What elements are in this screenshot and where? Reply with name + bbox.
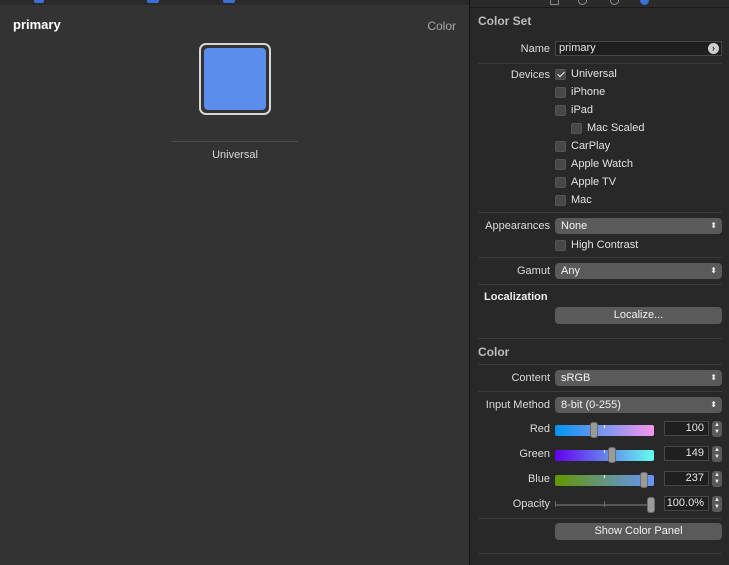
appearances-value: None (561, 220, 588, 232)
checkbox-icon[interactable] (555, 195, 566, 206)
device-label: Universal (571, 68, 617, 80)
green-slider-thumb[interactable] (608, 447, 616, 463)
blue-label: Blue (527, 473, 550, 485)
popup-arrows-icon: ⬍ (710, 266, 717, 275)
red-value-field[interactable]: 100 (664, 421, 709, 436)
high-contrast-label: High Contrast (571, 239, 639, 251)
devices-label: Devices (510, 69, 550, 81)
checkbox-icon[interactable] (555, 105, 566, 116)
help-inspector-icon[interactable] (610, 0, 619, 5)
separator (478, 284, 722, 285)
green-slider[interactable] (555, 447, 654, 463)
checkbox-icon[interactable] (555, 141, 566, 152)
popup-arrows-icon: ⬍ (710, 400, 717, 409)
device-label: Mac Scaled (587, 122, 645, 134)
section-header-localization: Localization (484, 291, 548, 303)
checkbox-icon[interactable] (555, 87, 566, 98)
red-stepper[interactable]: ▲ ▼ (712, 421, 722, 437)
slider-center-tick (604, 475, 605, 478)
strip-marker (223, 0, 235, 3)
popup-arrows-icon: ⬍ (710, 221, 717, 230)
strip-marker (34, 0, 44, 3)
device-label: iPad (571, 104, 594, 116)
gamut-value: Any (561, 265, 580, 277)
content-label: Content (511, 372, 550, 384)
show-color-panel-button[interactable]: Show Color Panel (555, 523, 722, 540)
appearances-label: Appearances (485, 220, 550, 232)
device-label: CarPlay (571, 140, 611, 152)
checkbox-icon[interactable] (555, 177, 566, 188)
popup-arrows-icon: ⬍ (710, 373, 717, 382)
section-header-color: Color (478, 345, 510, 359)
input-method-value: 8-bit (0-255) (561, 399, 621, 411)
color-swatch (204, 48, 266, 110)
gamut-popup[interactable]: Any ⬍ (555, 263, 722, 279)
gamut-label: Gamut (516, 265, 550, 277)
checkbox-checked-icon[interactable] (555, 69, 566, 80)
inspector-tab-bar (470, 0, 729, 8)
checkbox-icon[interactable] (555, 159, 566, 170)
separator (478, 212, 722, 213)
appearances-popup[interactable]: None ⬍ (555, 218, 722, 234)
slider-center-tick (604, 450, 605, 453)
separator (478, 518, 722, 519)
input-method-label: Input Method (485, 399, 550, 411)
swatch-label: Universal (212, 149, 258, 161)
slider-tick (604, 501, 605, 507)
device-label: Mac (571, 194, 592, 206)
asset-title: primary (13, 17, 61, 32)
swatch-divider (172, 141, 298, 142)
content-value: sRGB (561, 372, 591, 384)
device-label: Apple TV (571, 176, 617, 188)
asset-editor: primary Color Universal (0, 0, 469, 565)
red-label: Red (529, 423, 550, 435)
device-label: Apple Watch (571, 158, 633, 170)
opacity-stepper[interactable]: ▲ ▼ (712, 496, 722, 512)
name-field-value: primary (559, 42, 596, 54)
file-inspector-icon[interactable] (550, 0, 559, 5)
slider-tick (555, 501, 556, 507)
attributes-inspector-icon[interactable] (640, 0, 649, 5)
strip-marker (147, 0, 159, 3)
name-field[interactable]: primary › (555, 41, 722, 56)
separator (478, 257, 722, 258)
slider-center-tick (604, 425, 605, 428)
separator (478, 553, 722, 554)
editor-toolbar-strip (0, 0, 469, 5)
red-slider[interactable] (555, 422, 654, 438)
separator (478, 63, 722, 64)
green-label: Green (519, 448, 550, 460)
input-method-popup[interactable]: 8-bit (0-255) ⬍ (555, 397, 722, 413)
separator (478, 391, 722, 392)
device-label: iPhone (571, 86, 606, 98)
opacity-value-field[interactable]: 100.0% (664, 496, 709, 511)
history-inspector-icon[interactable] (578, 0, 587, 5)
blue-stepper[interactable]: ▲ ▼ (712, 471, 722, 487)
blue-slider-thumb[interactable] (640, 472, 648, 488)
content-popup[interactable]: sRGB ⬍ (555, 370, 722, 386)
section-header-color-set: Color Set (478, 14, 532, 28)
go-arrow-icon[interactable]: › (708, 43, 719, 54)
red-slider-thumb[interactable] (590, 422, 598, 438)
checkbox-icon[interactable] (571, 123, 582, 134)
green-value-field[interactable]: 149 (664, 446, 709, 461)
localize-button[interactable]: Localize... (555, 307, 722, 324)
checkbox-icon[interactable] (555, 240, 566, 251)
opacity-label: Opacity (512, 498, 550, 510)
attributes-inspector: Color Set Name primary › Devices Univers… (470, 0, 729, 565)
name-label: Name (520, 43, 550, 55)
opacity-slider-thumb[interactable] (647, 497, 655, 513)
blue-slider[interactable] (555, 472, 654, 488)
opacity-slider[interactable] (555, 497, 655, 513)
separator (478, 364, 722, 365)
separator (478, 338, 722, 339)
asset-kind-label: Color (427, 19, 456, 33)
blue-value-field[interactable]: 237 (664, 471, 709, 486)
color-swatch-well[interactable] (199, 43, 271, 115)
green-stepper[interactable]: ▲ ▼ (712, 446, 722, 462)
